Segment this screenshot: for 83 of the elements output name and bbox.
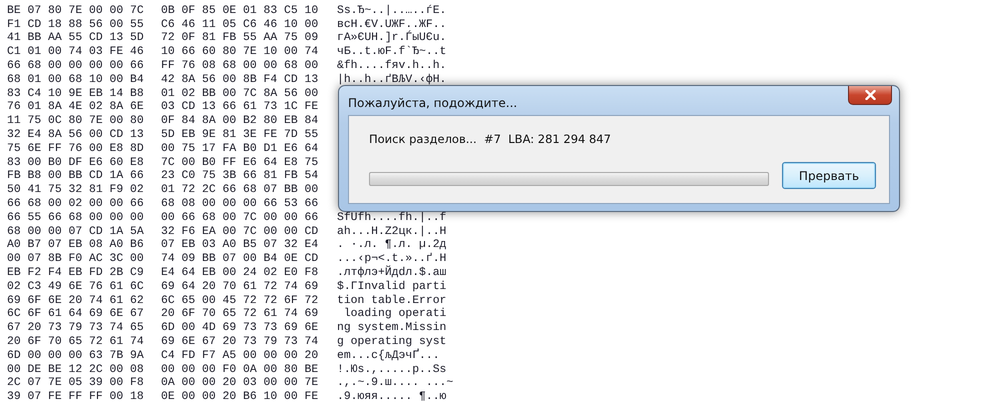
hex-bytes: 41 BB AA 55 CD 13 5D xyxy=(7,32,145,44)
hex-bytes: 00 07 8B F0 AC 3C 00 xyxy=(7,253,145,266)
hex-bytes: 00 00 00 F0 0A 00 80 BE xyxy=(161,364,320,376)
hex-bytes: 03 CD 13 66 61 73 1C FE xyxy=(161,101,320,114)
ascii-text: .9.юяя..... ¶..ю xyxy=(337,391,446,404)
hex-bytes: 74 09 BB 07 00 B4 0E CD xyxy=(161,253,320,266)
ascii-text: Ss.Ђ~..|..…..ѓЕ. xyxy=(337,4,446,17)
hex-bytes: 0A 00 00 20 03 00 00 7E xyxy=(161,377,320,390)
ascii-text: SfUfh....fh.|..f xyxy=(337,212,446,224)
hex-bytes: FF 76 08 68 00 00 68 00 xyxy=(161,60,320,72)
hex-bytes: 83 C4 10 9E EB 14 B8 xyxy=(7,88,145,100)
ascii-text: ah...Н.Z2цк.|..Н xyxy=(337,226,446,238)
hex-bytes: 66 68 00 02 00 00 66 xyxy=(7,198,145,210)
hex-bytes: 23 C0 75 3B 66 81 FB 54 xyxy=(161,170,320,182)
ascii-text: |h..h..ґBЉV.‹фН. xyxy=(337,74,446,86)
hex-bytes: 00 75 17 FA B0 D1 E6 64 xyxy=(161,142,320,155)
hex-bytes: 75 6E FF 76 00 E8 8D xyxy=(7,142,145,155)
hex-bytes: 50 41 75 32 81 F9 02 xyxy=(7,184,145,196)
hex-bytes: 67 20 73 79 73 74 65 xyxy=(7,322,145,334)
close-button[interactable] xyxy=(848,86,892,105)
hex-bytes: 66 55 66 68 00 00 00 xyxy=(7,212,145,224)
hex-bytes: F1 CD 18 88 56 00 55 xyxy=(7,18,145,31)
hex-bytes: 32 E4 8A 56 00 CD 13 xyxy=(7,129,145,142)
hex-bytes: 68 01 00 68 10 00 B4 xyxy=(7,74,145,86)
hex-bytes: 42 8A 56 00 8B F4 CD 13 xyxy=(161,74,320,86)
close-icon xyxy=(864,90,876,100)
ascii-text: loading operati xyxy=(342,308,446,320)
hex-bytes: 39 07 FE FF FF 00 18 xyxy=(7,391,145,404)
hex-bytes: 6C 65 00 45 72 72 6F 72 xyxy=(161,294,320,307)
ascii-text: !.Юs.,.....р..Ѕs xyxy=(337,364,446,376)
hex-bytes: 01 72 2C 66 68 07 BB 00 xyxy=(161,184,320,196)
hex-bytes: 69 64 20 70 61 72 74 69 xyxy=(161,280,320,293)
hex-bytes: 07 EB 03 A0 B5 07 32 E4 xyxy=(161,239,320,252)
ascii-text: ng system.Missin xyxy=(337,322,446,334)
hex-bytes: 76 01 8A 4E 02 8A 6E xyxy=(7,101,145,114)
hex-bytes: FB B8 00 BB CD 1A 66 xyxy=(7,170,145,182)
hex-bytes: 69 6F 6E 20 74 61 62 xyxy=(7,294,145,307)
hex-bytes: 7C 00 B0 FF E6 64 E8 75 xyxy=(161,156,320,169)
hex-bytes: 6C 6F 61 64 69 6E 67 xyxy=(7,308,145,320)
hex-bytes: 2C 07 7E 05 39 00 F8 xyxy=(7,377,145,390)
abort-button[interactable]: Прервать xyxy=(782,162,876,189)
hex-bytes: 11 75 0C 80 7E 00 80 xyxy=(7,115,145,128)
hex-bytes: 68 00 00 07 CD 1A 5A xyxy=(7,226,145,238)
hex-bytes: 0B 0F 85 0E 01 83 C5 10 xyxy=(161,4,320,17)
hex-bytes: 6D 00 00 00 63 7B 9A xyxy=(7,350,145,362)
hex-bytes: 01 02 BB 00 7C 8A 56 00 xyxy=(161,88,320,100)
status-text: Поиск разделов... #7 LBA: 281 294 847 xyxy=(369,132,612,146)
hex-bytes: 00 DE BE 12 2C 00 08 xyxy=(7,364,145,376)
hex-bytes: 5D EB 9E 81 3E FE 7D 55 xyxy=(161,129,320,142)
hex-bytes: C1 01 00 74 03 FE 46 xyxy=(7,46,145,58)
ascii-text: всН.€V.UЖF..ЖF.. xyxy=(337,18,446,31)
dialog-title: Пожалуйста, подождите... xyxy=(348,96,518,110)
ascii-text: ...‹р¬<.t.»..ґ.Н xyxy=(337,253,446,266)
hex-bytes: 6D 00 4D 69 73 73 69 6E xyxy=(161,322,320,334)
hex-bytes: C4 FD F7 A5 00 00 00 20 xyxy=(161,350,320,362)
hex-bytes: 32 F6 EA 00 7C 00 00 CD xyxy=(161,226,320,238)
ascii-text: g operating syst xyxy=(337,336,446,348)
ascii-text: em...c{љДэчҐ... xyxy=(337,350,440,362)
hex-bytes: 0E 00 00 20 B6 10 00 FE xyxy=(161,391,320,404)
hex-bytes: EB F2 F4 EB FD 2B C9 xyxy=(7,267,145,280)
ascii-text: &fh....fяv.h..h. xyxy=(337,60,446,72)
hex-bytes: 20 6F 70 65 72 61 74 xyxy=(7,336,145,348)
ascii-text: $.ГInvalid parti xyxy=(337,280,446,293)
hex-bytes: 69 6E 67 20 73 79 73 74 xyxy=(161,336,320,348)
hex-bytes: 20 6F 70 65 72 61 74 69 xyxy=(161,308,320,320)
ascii-text: гA»ЄUН.]r.ЃыUЄu. xyxy=(337,32,446,44)
hex-bytes: E4 64 EB 00 24 02 E0 F8 xyxy=(161,267,320,280)
ascii-text: tion table.Error xyxy=(337,294,446,307)
hex-bytes: 0F 84 8A 00 B2 80 EB 84 xyxy=(161,115,320,128)
ascii-text: . ·.л. ¶.л. µ.2д xyxy=(337,239,446,252)
ascii-text: чБ..t.юF.f`Ђ~..t xyxy=(337,46,446,58)
hex-bytes: 00 66 68 00 7C 00 00 66 xyxy=(161,212,320,224)
hex-bytes: 68 08 00 00 00 66 53 66 xyxy=(161,198,320,210)
hex-bytes: A0 B7 07 EB 08 A0 B6 xyxy=(7,239,145,252)
ascii-text: .лтфлэ+Йдdл.$.аш xyxy=(337,267,446,280)
ascii-text: .,.~.9.ш.... ...~ xyxy=(337,377,454,390)
hex-bytes: BE 07 80 7E 00 00 7C xyxy=(7,4,145,17)
hex-bytes: 66 68 00 00 00 00 66 xyxy=(7,60,145,72)
hex-bytes: 72 0F 81 FB 55 AA 75 09 xyxy=(161,32,320,44)
hex-bytes: 83 00 B0 DF E6 60 E8 xyxy=(7,156,145,169)
hex-bytes: 02 C3 49 6E 76 61 6C xyxy=(7,280,145,293)
hex-bytes: 10 66 60 80 7E 10 00 74 xyxy=(161,46,320,58)
hex-bytes: C6 46 11 05 C6 46 10 00 xyxy=(161,18,320,31)
